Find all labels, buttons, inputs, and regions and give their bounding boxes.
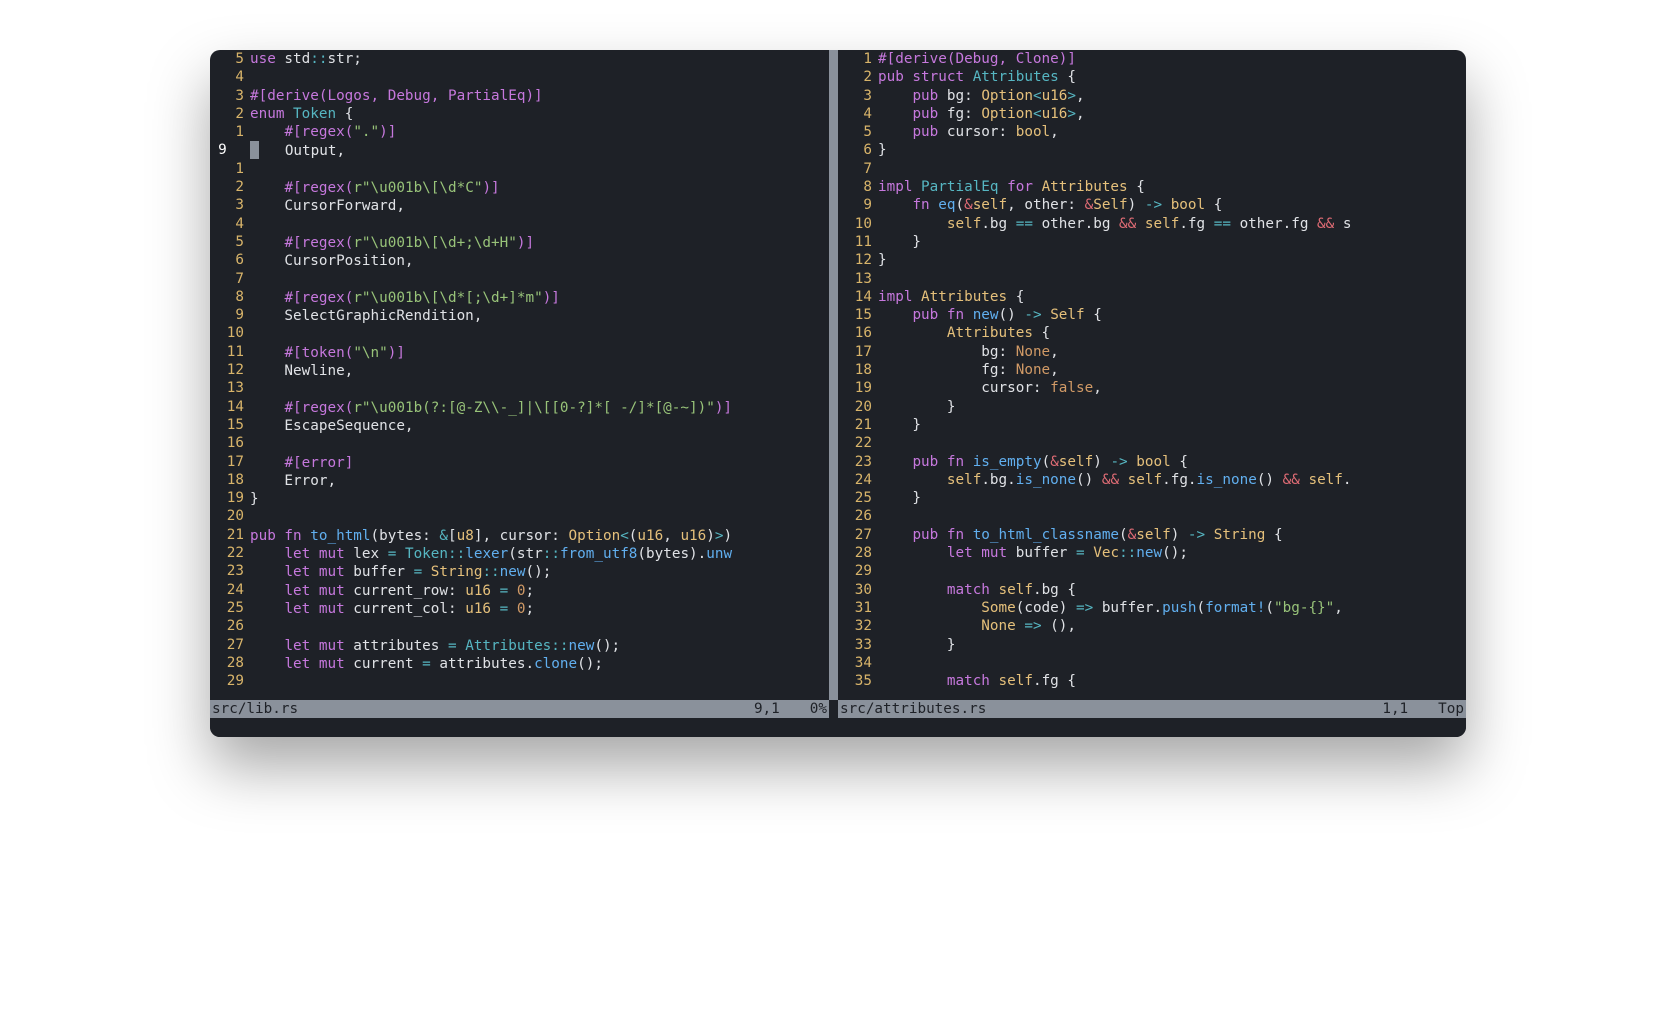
status-pct-right: Top [1438, 700, 1464, 718]
status-pct-left: 0% [810, 700, 827, 718]
terminal-window: 5 4 3 2 1 9 1 2 3 4 5 6 7 8 9 10 11 12 1… [210, 50, 1466, 737]
status-left: src/lib.rs 9,1 0% [210, 700, 829, 718]
command-line[interactable] [210, 718, 1466, 736]
gutter-right: 1 2 3 4 5 6 7 8 9 10 11 12 13 14 15 16 1… [838, 50, 878, 700]
status-file-right: src/attributes.rs [840, 700, 986, 718]
code-right[interactable]: #[derive(Debug, Clone)] pub struct Attri… [878, 50, 1466, 700]
code-left[interactable]: use std::str; #[derive(Logos, Debug, Par… [250, 50, 829, 700]
status-pos-right: 1,1 [1382, 700, 1438, 718]
status-file-left: src/lib.rs [212, 700, 298, 718]
status-bar: src/lib.rs 9,1 0% src/attributes.rs 1,1 … [210, 700, 1466, 718]
editor-split: 5 4 3 2 1 9 1 2 3 4 5 6 7 8 9 10 11 12 1… [210, 50, 1466, 700]
status-pos-left: 9,1 [754, 700, 810, 718]
status-right: src/attributes.rs 1,1 Top [838, 700, 1466, 718]
editor-pane-left[interactable]: 5 4 3 2 1 9 1 2 3 4 5 6 7 8 9 10 11 12 1… [210, 50, 829, 700]
vertical-split-bar[interactable] [829, 50, 838, 700]
cursor [250, 141, 259, 159]
gutter-left: 5 4 3 2 1 9 1 2 3 4 5 6 7 8 9 10 11 12 1… [210, 50, 250, 700]
editor-pane-right[interactable]: 1 2 3 4 5 6 7 8 9 10 11 12 13 14 15 16 1… [838, 50, 1466, 700]
